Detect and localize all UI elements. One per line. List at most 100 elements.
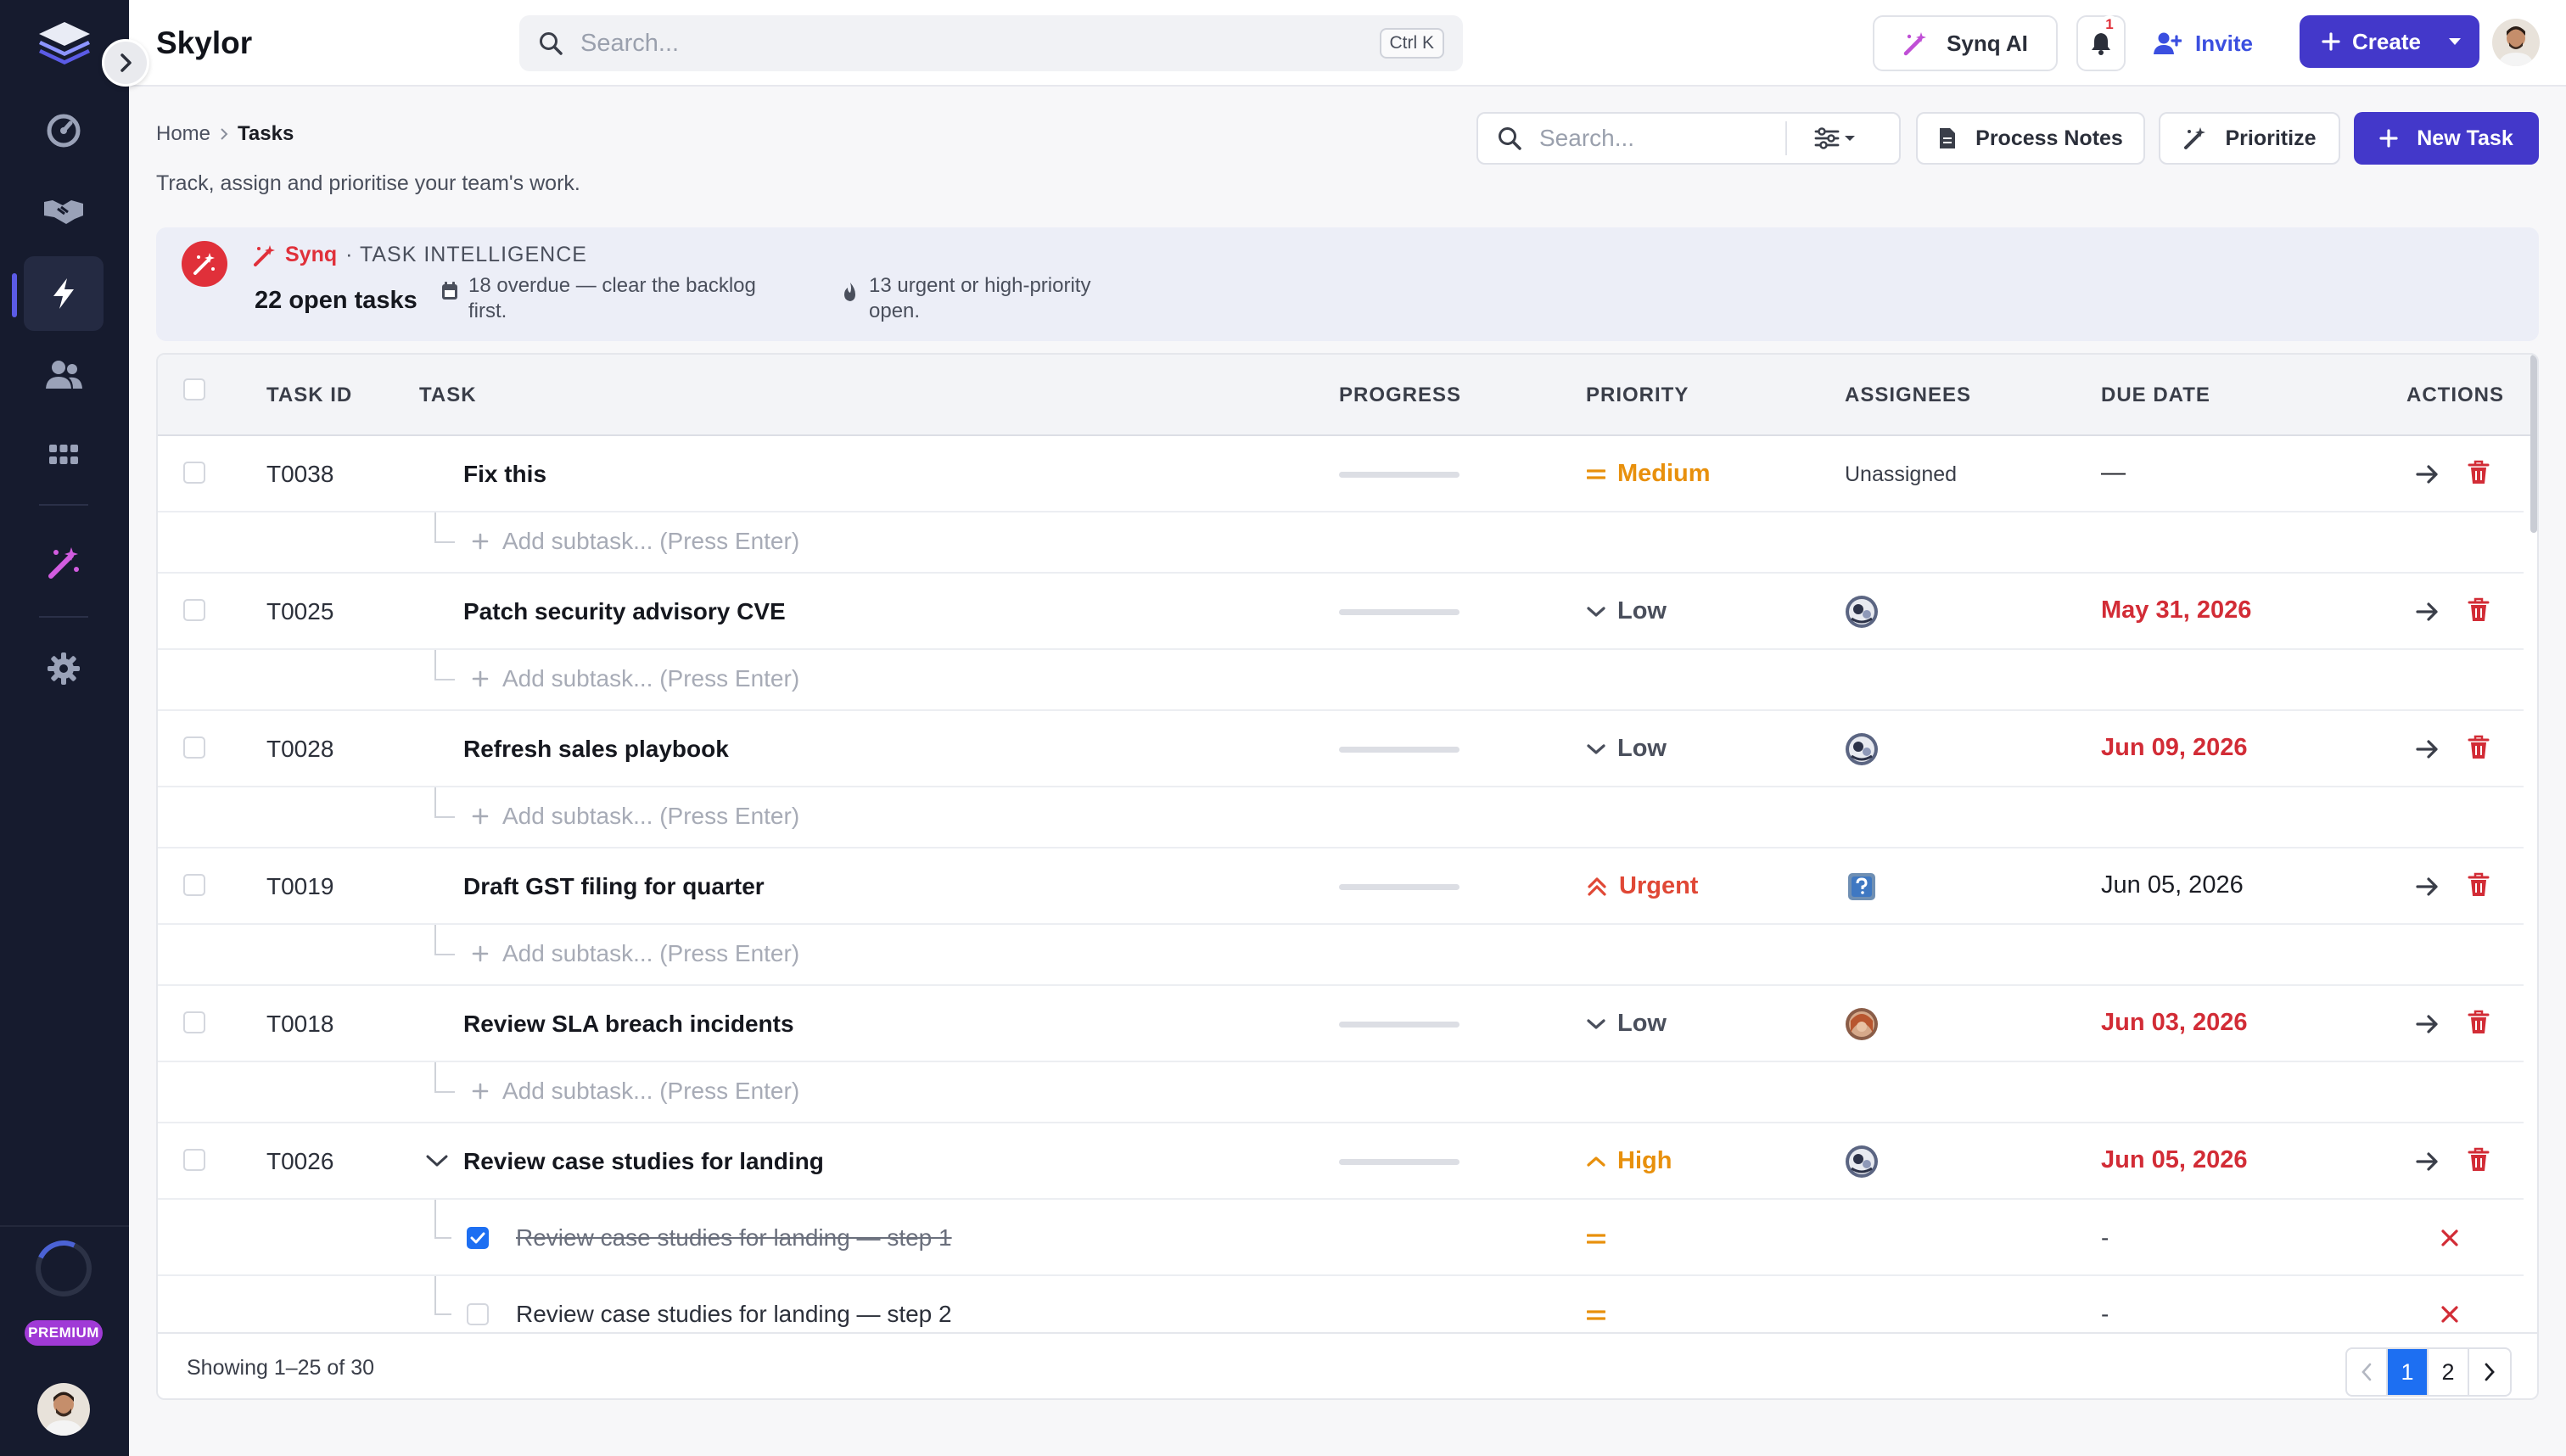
- task-name[interactable]: Refresh sales playbook: [463, 736, 729, 763]
- sidebar-item-dashboard[interactable]: [24, 93, 104, 168]
- header-progress[interactable]: PROGRESS: [1339, 384, 1461, 407]
- remove-subtask-x-icon[interactable]: [2440, 1305, 2459, 1324]
- row-checkbox[interactable]: [183, 599, 205, 621]
- assignee-unassigned[interactable]: Unassigned: [1845, 462, 1957, 487]
- subtask-row[interactable]: Review case studies for landing — step 2…: [158, 1276, 2524, 1332]
- priority-badge[interactable]: Low: [1587, 597, 1667, 625]
- assignee-avatar[interactable]: [1845, 1145, 1879, 1179]
- invite-button[interactable]: Invite: [2139, 15, 2266, 71]
- previous-page-button[interactable]: [2347, 1349, 2388, 1395]
- filter-sliders-icon[interactable]: [1814, 126, 1857, 150]
- delete-trash-icon[interactable]: [2468, 872, 2490, 898]
- usage-progress-ring[interactable]: [27, 1232, 100, 1305]
- priority-badge[interactable]: Urgent: [1587, 872, 1698, 900]
- table-row[interactable]: T0028 Refresh sales playbook Low Jun 09,…: [158, 711, 2524, 787]
- header-priority[interactable]: PRIORITY: [1586, 384, 1689, 407]
- task-name[interactable]: Review case studies for landing: [463, 1148, 824, 1175]
- synq-ai-button[interactable]: Synq AI: [1873, 15, 2058, 71]
- next-page-button[interactable]: [2469, 1349, 2510, 1395]
- header-assignees[interactable]: ASSIGNEES: [1845, 384, 1971, 407]
- open-task-arrow-icon[interactable]: [2415, 601, 2440, 623]
- sidebar-item-apps[interactable]: [24, 417, 104, 492]
- open-task-arrow-icon[interactable]: [2415, 1151, 2440, 1173]
- assignee-avatar[interactable]: [1845, 595, 1879, 629]
- table-row[interactable]: T0038 Fix this Medium Unassigned —: [158, 436, 2524, 512]
- profile-avatar[interactable]: [2492, 19, 2540, 66]
- priority-badge[interactable]: Low: [1587, 1010, 1667, 1038]
- add-subtask-input[interactable]: Add subtask... (Press Enter): [472, 528, 799, 555]
- create-button[interactable]: Create: [2300, 15, 2479, 68]
- global-search-input[interactable]: Search... Ctrl K: [519, 15, 1463, 71]
- progress-bar: [1339, 609, 1459, 615]
- prioritize-button[interactable]: Prioritize: [2159, 112, 2340, 165]
- priority-badge[interactable]: Low: [1587, 735, 1667, 763]
- priority-medium-icon[interactable]: [1587, 1308, 1605, 1322]
- open-task-arrow-icon[interactable]: [2415, 876, 2440, 898]
- task-name[interactable]: Fix this: [463, 461, 546, 488]
- task-name[interactable]: Review SLA breach incidents: [463, 1011, 794, 1038]
- add-subtask-placeholder: Add subtask... (Press Enter): [502, 1078, 800, 1104]
- new-task-button[interactable]: New Task: [2354, 112, 2539, 165]
- delete-trash-icon[interactable]: [2468, 460, 2490, 485]
- sidebar-item-tasks[interactable]: [24, 256, 104, 331]
- collapse-chevron-down-icon[interactable]: [426, 1154, 448, 1168]
- header-task-id[interactable]: TASK ID: [266, 384, 352, 407]
- sidebar-item-synq-ai[interactable]: [24, 524, 104, 599]
- remove-subtask-x-icon[interactable]: [2440, 1229, 2459, 1247]
- process-notes-button[interactable]: Process Notes: [1916, 112, 2145, 165]
- row-checkbox[interactable]: [183, 1149, 205, 1171]
- assignee-unknown-avatar-icon[interactable]: [1845, 870, 1879, 904]
- delete-trash-icon[interactable]: [2468, 1010, 2490, 1035]
- premium-badge[interactable]: PREMIUM: [25, 1320, 103, 1346]
- select-all-checkbox[interactable]: [183, 378, 205, 400]
- add-subtask-input[interactable]: Add subtask... (Press Enter): [472, 665, 799, 692]
- tree-connector: [434, 954, 455, 955]
- open-task-arrow-icon[interactable]: [2415, 1013, 2440, 1035]
- sidebar-item-settings[interactable]: [24, 631, 104, 706]
- priority-medium-icon[interactable]: [1587, 1232, 1605, 1246]
- delete-trash-icon[interactable]: [2468, 597, 2490, 623]
- task-name[interactable]: Patch security advisory CVE: [463, 598, 786, 625]
- add-subtask-input[interactable]: Add subtask... (Press Enter): [472, 803, 799, 830]
- notifications-button[interactable]: 1: [2076, 15, 2126, 71]
- subtask-name[interactable]: Review case studies for landing — step 2: [516, 1301, 952, 1328]
- subtask-name[interactable]: Review case studies for landing — step 1: [516, 1224, 952, 1252]
- add-subtask-input[interactable]: Add subtask... (Press Enter): [472, 1078, 799, 1105]
- page-1-button[interactable]: 1: [2388, 1349, 2429, 1395]
- task-search-input[interactable]: Search...: [1476, 112, 1901, 165]
- open-task-arrow-icon[interactable]: [2415, 738, 2440, 760]
- priority-low-icon: [1587, 1017, 1605, 1031]
- header-task[interactable]: TASK: [419, 384, 477, 407]
- assignee-avatar[interactable]: [1845, 1007, 1879, 1041]
- page-2-button[interactable]: 2: [2429, 1349, 2469, 1395]
- user-avatar[interactable]: [37, 1383, 90, 1436]
- synq-intelligence-icon: [182, 241, 227, 287]
- delete-trash-icon[interactable]: [2468, 735, 2490, 760]
- open-task-arrow-icon[interactable]: [2415, 463, 2440, 485]
- sidebar-item-team[interactable]: [24, 338, 104, 412]
- table-scrollbar[interactable]: [2530, 355, 2537, 533]
- header-due-date[interactable]: DUE DATE: [2101, 384, 2210, 407]
- table-row[interactable]: T0018 Review SLA breach incidents Low Ju…: [158, 986, 2524, 1062]
- app-logo-icon[interactable]: [34, 19, 95, 66]
- row-checkbox[interactable]: [183, 1011, 205, 1033]
- task-name[interactable]: Draft GST filing for quarter: [463, 873, 765, 900]
- row-checkbox[interactable]: [183, 462, 205, 484]
- row-checkbox[interactable]: [183, 874, 205, 896]
- assignee-avatar[interactable]: [1845, 732, 1879, 766]
- sidebar-collapse-button[interactable]: [102, 39, 149, 87]
- subtask-checkbox[interactable]: [467, 1303, 489, 1325]
- delete-trash-icon[interactable]: [2468, 1147, 2490, 1173]
- sidebar-item-deals[interactable]: [24, 173, 104, 248]
- add-subtask-input[interactable]: Add subtask... (Press Enter): [472, 940, 799, 967]
- subtask-checkbox-checked[interactable]: [467, 1227, 489, 1249]
- priority-badge[interactable]: High: [1587, 1147, 1672, 1175]
- table-row[interactable]: T0019 Draft GST filing for quarter Urgen…: [158, 848, 2524, 925]
- subtask-row[interactable]: Review case studies for landing — step 1…: [158, 1200, 2524, 1276]
- priority-badge[interactable]: Medium: [1587, 460, 1711, 488]
- row-checkbox[interactable]: [183, 736, 205, 759]
- table-row[interactable]: T0026 Review case studies for landing Hi…: [158, 1123, 2524, 1200]
- breadcrumb-home[interactable]: Home: [156, 122, 210, 146]
- table-row[interactable]: T0025 Patch security advisory CVE Low Ma…: [158, 574, 2524, 650]
- document-icon: [1938, 126, 1957, 150]
